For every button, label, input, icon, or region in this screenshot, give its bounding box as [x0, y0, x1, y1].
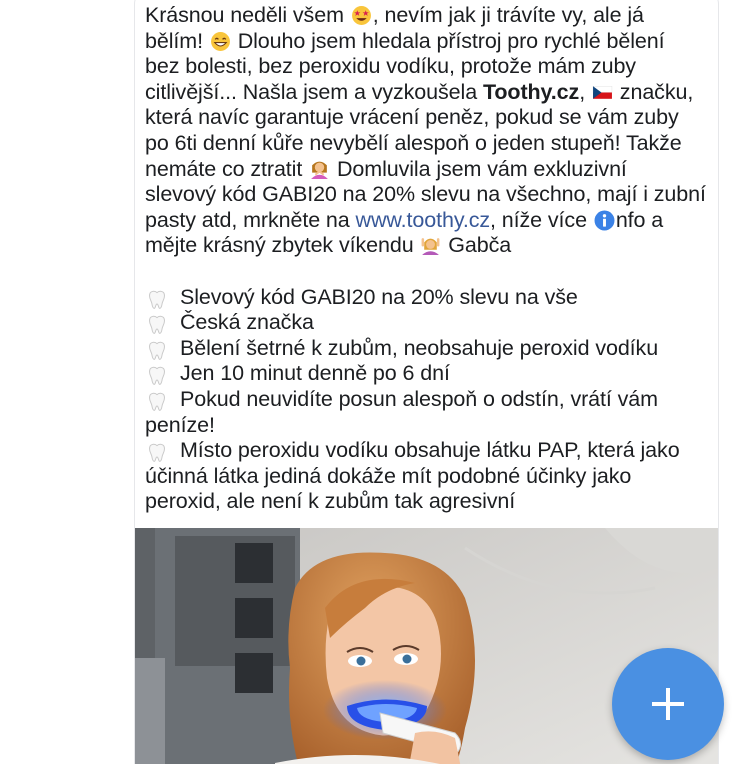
list-item-text: Jen 10 minut denně po 6 dní	[180, 361, 450, 386]
text-line: bez bolesti, bez peroxidu vodíku, protož…	[145, 54, 636, 79]
plus-icon	[652, 688, 684, 720]
text-segment: nemáte co ztratit	[145, 156, 309, 181]
text-line: nemáte co ztratit Domluvila jsem vám exk…	[145, 157, 707, 183]
list-item: Jen 10 minut denně po 6 dní	[145, 361, 707, 387]
star-struck-emoji-icon	[351, 6, 371, 25]
list-item-text: Česká značka	[180, 310, 314, 335]
add-button[interactable]	[612, 648, 724, 760]
tooth-emoji-icon	[149, 315, 165, 334]
tooth-emoji-icon	[149, 290, 165, 309]
list-item-text: Místo peroxidu vodíku obsahuje látku PAP…	[180, 438, 680, 463]
list-item-text: peníze!	[145, 412, 215, 437]
text-line: po 6ti denní kůře nevybělí alespoň o jed…	[145, 130, 682, 155]
website-link[interactable]: www.toothy.cz	[356, 208, 491, 232]
list-item: Česká značka	[145, 310, 707, 336]
text-segment: Gabča	[442, 233, 512, 258]
list-item-text: účinná látka jediná dokáže mít podobné ú…	[145, 463, 632, 488]
list-item: Místo peroxidu vodíku obsahuje látku PAP…	[145, 438, 707, 515]
tooth-emoji-icon	[149, 443, 165, 462]
text-segment: , níže více	[490, 207, 593, 232]
text-line: mějte krásný zbytek víkendu Gabča	[145, 233, 707, 259]
feature-list: Slevový kód GABI20 na 20% slevu na vše Č…	[145, 285, 707, 515]
text-segment: Dlouho jsem hledala přístroj pro rychlé …	[231, 28, 665, 53]
text-line: pasty atd, mrkněte na www.toothy.cz, níž…	[145, 208, 707, 234]
intro-paragraph: Krásnou neděli všem , nevím jak ji tráví…	[145, 3, 707, 259]
text-segment: Domluvila jsem vám exkluzivní	[331, 156, 627, 181]
list-item-text: Pokud neuvidíte posun alespoň o odstín, …	[180, 386, 658, 411]
list-item-text: Slevový kód GABI20 na 20% slevu na vše	[180, 284, 578, 309]
woman-raising-hands-emoji-icon	[422, 238, 440, 256]
grinning-emoji-icon	[210, 31, 230, 51]
woman-gesturing-emoji-icon	[311, 161, 329, 179]
information-icon	[594, 210, 615, 231]
text-segment: bělím!	[145, 28, 209, 53]
text-line: slevový kód GABI20 na 20% slevu na všech…	[145, 182, 706, 207]
post-text: Krásnou neděli všem , nevím jak ji tráví…	[145, 3, 707, 515]
tooth-emoji-icon	[149, 367, 165, 386]
text-line: Krásnou neděli všem , nevím jak ji tráví…	[145, 3, 707, 29]
text-segment: citlivější... Našla jsem a vyzkoušela	[145, 79, 483, 104]
post-card: Krásnou neděli všem , nevím jak ji tráví…	[134, 0, 719, 764]
text-segment: Krásnou neděli všem	[145, 3, 350, 27]
list-item: Slevový kód GABI20 na 20% slevu na vše	[145, 285, 707, 311]
tooth-emoji-icon	[149, 392, 165, 411]
list-item-text: Bělení šetrné k zubům, neobsahuje peroxi…	[180, 335, 659, 360]
text-segment: pasty atd, mrkněte na	[145, 207, 356, 232]
czech-flag-emoji-icon	[592, 85, 613, 99]
tooth-emoji-icon	[149, 341, 165, 360]
text-segment: nfo a	[615, 207, 664, 232]
text-segment: mějte krásný zbytek víkendu	[145, 233, 420, 258]
text-line: citlivější... Našla jsem a vyzkoušela To…	[145, 80, 707, 106]
text-segment: ,	[579, 79, 591, 104]
brand-name: Toothy.cz	[482, 79, 580, 104]
screen: Krásnou neděli všem , nevím jak ji tráví…	[0, 0, 749, 764]
text-segment: , nevím jak ji trávíte vy, ale já	[372, 3, 644, 27]
list-item-text: peroxid, ale není k zubům tak agresivní	[145, 489, 516, 514]
text-line: která navíc garantuje vrácení peněz, pok…	[145, 105, 679, 130]
list-item: Bělení šetrné k zubům, neobsahuje peroxi…	[145, 336, 707, 362]
list-item: Pokud neuvidíte posun alespoň o odstín, …	[145, 387, 707, 438]
text-segment: značku,	[613, 79, 694, 104]
text-line: bělím! Dlouho jsem hledala přístroj pro …	[145, 29, 707, 55]
